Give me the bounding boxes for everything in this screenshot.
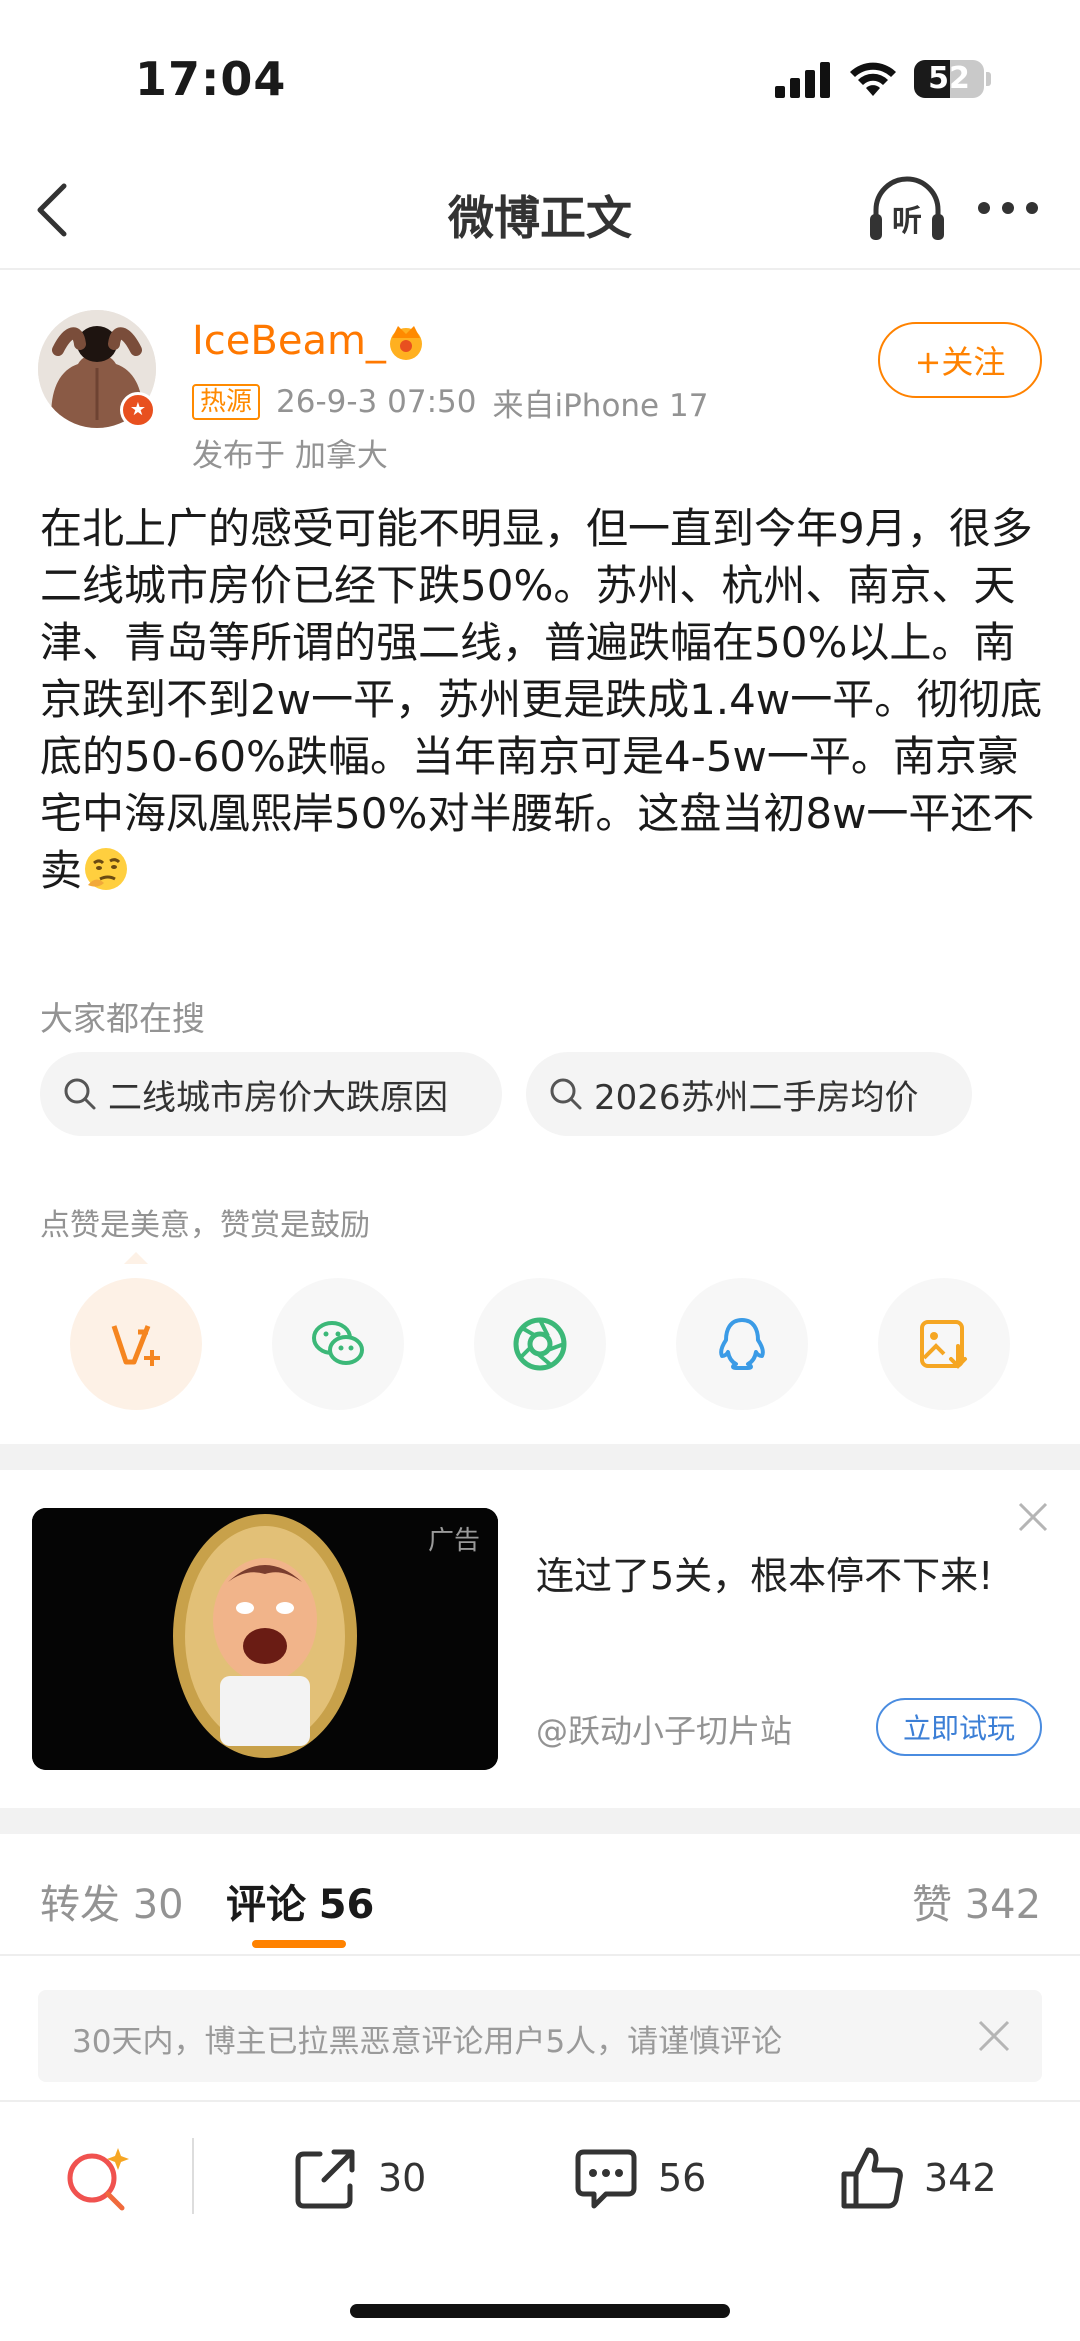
tab-comment[interactable]: 评论 56 [226, 1872, 374, 1930]
trending-search-label: 大家都在搜 [40, 999, 205, 1038]
v-plus-icon [111, 1325, 160, 1366]
status-bar: 17:04 52 [0, 0, 1080, 150]
repost-button[interactable]: 30 [290, 2140, 426, 2216]
search-icon [64, 1078, 96, 1110]
bottom-action-bar: 30 56 342 [0, 2100, 1080, 2276]
section-divider [0, 1808, 1080, 1834]
close-icon[interactable] [1016, 1500, 1050, 1534]
post-content: 在北上广的感受可能不明显，但一直到今年9月，很多二线城市房价已经下跌50%。苏州… [40, 500, 1050, 899]
more-options-icon[interactable] [976, 198, 1040, 218]
post-text: 在北上广的感受可能不明显，但一直到今年9月，很多二线城市房价已经下跌50%。苏州… [40, 504, 1043, 895]
home-indicator [350, 2304, 730, 2318]
hot-source-tag: 热源 [192, 384, 261, 420]
close-icon[interactable] [976, 2018, 1012, 2054]
thinking-face-emoji-icon [85, 848, 128, 890]
v-plus-reward-button[interactable] [70, 1278, 202, 1410]
reward-hint: 点赞是美意，赞赏是鼓励 [40, 1208, 370, 1243]
interaction-tabs: 转发 30 评论 56 赞 342 [0, 1836, 1080, 1956]
like-button[interactable]: 342 [836, 2140, 997, 2216]
tab-repost[interactable]: 转发 30 [40, 1872, 184, 1930]
share-moments-button[interactable] [474, 1278, 606, 1410]
comment-button[interactable]: 56 [570, 2140, 706, 2216]
search-chip-label: 二线城市房价大跌原因 [108, 1077, 448, 1118]
ad-card[interactable]: 广告 连过了5关，根本停不下来! @跃动小子切片站 立即试玩 [0, 1470, 1080, 1808]
moments-icon [513, 1317, 567, 1371]
share-wechat-button[interactable] [272, 1278, 404, 1410]
author-name[interactable]: IceBeam_ [192, 318, 386, 364]
repost-icon [295, 2149, 355, 2209]
ai-search-icon[interactable] [60, 2142, 136, 2218]
search-icon [550, 1078, 582, 1110]
share-qq-button[interactable] [676, 1278, 808, 1410]
repost-count: 30 [378, 2156, 427, 2200]
listen-button[interactable]: 听 [868, 174, 946, 246]
ad-tag: 广告 [427, 1526, 480, 1556]
top-navbar: 微博正文 听 [0, 150, 1080, 270]
comment-notice: 30天内，博主已拉黑恶意评论用户5人，请谨慎评论 [38, 1990, 1042, 2082]
tab-like[interactable]: 赞 342 [912, 1872, 1041, 1930]
wechat-icon [312, 1321, 364, 1365]
status-time: 17:04 [135, 52, 287, 106]
ad-source[interactable]: @跃动小子切片站 [536, 1706, 792, 1752]
crown-badge-icon [390, 326, 422, 360]
follow-button[interactable]: +关注 [878, 322, 1042, 398]
post-device: 来自iPhone 17 [492, 387, 709, 424]
bottom-bar-separator [192, 2138, 194, 2214]
verified-badge-icon: ★ [120, 392, 156, 428]
cellular-signal-icon [775, 62, 830, 98]
save-image-button[interactable] [878, 1278, 1010, 1410]
search-chip[interactable]: 2026苏州二手房均价 [526, 1052, 972, 1136]
wifi-icon [850, 62, 896, 96]
active-tab-indicator [252, 1940, 346, 1948]
like-count: 342 [924, 2156, 997, 2200]
try-now-button[interactable]: 立即试玩 [876, 1698, 1042, 1756]
battery-icon: 52 [914, 60, 992, 98]
notice-text: 30天内，博主已拉黑恶意评论用户5人，请谨慎评论 [72, 2024, 783, 2060]
ad-title[interactable]: 连过了5关，根本停不下来! [536, 1548, 996, 1604]
qq-icon [719, 1318, 765, 1370]
comment-count: 56 [658, 2156, 707, 2200]
post-time: 26-9-3 07:50 [276, 384, 477, 420]
ad-image[interactable]: 广告 [32, 1508, 498, 1770]
battery-level: 52 [928, 61, 970, 96]
thumbs-up-icon [841, 2147, 903, 2209]
listen-label: 听 [892, 204, 922, 239]
section-divider [0, 1444, 1080, 1470]
search-chip[interactable]: 二线城市房价大跌原因 [40, 1052, 502, 1136]
comment-icon [575, 2149, 637, 2209]
search-chip-label: 2026苏州二手房均价 [594, 1077, 919, 1118]
save-image-icon [920, 1320, 967, 1369]
post-meta: 热源 26-9-3 07:50 来自iPhone 17 [192, 384, 708, 424]
post-location: 发布于 加拿大 [192, 438, 388, 474]
hint-caret [124, 1252, 148, 1264]
